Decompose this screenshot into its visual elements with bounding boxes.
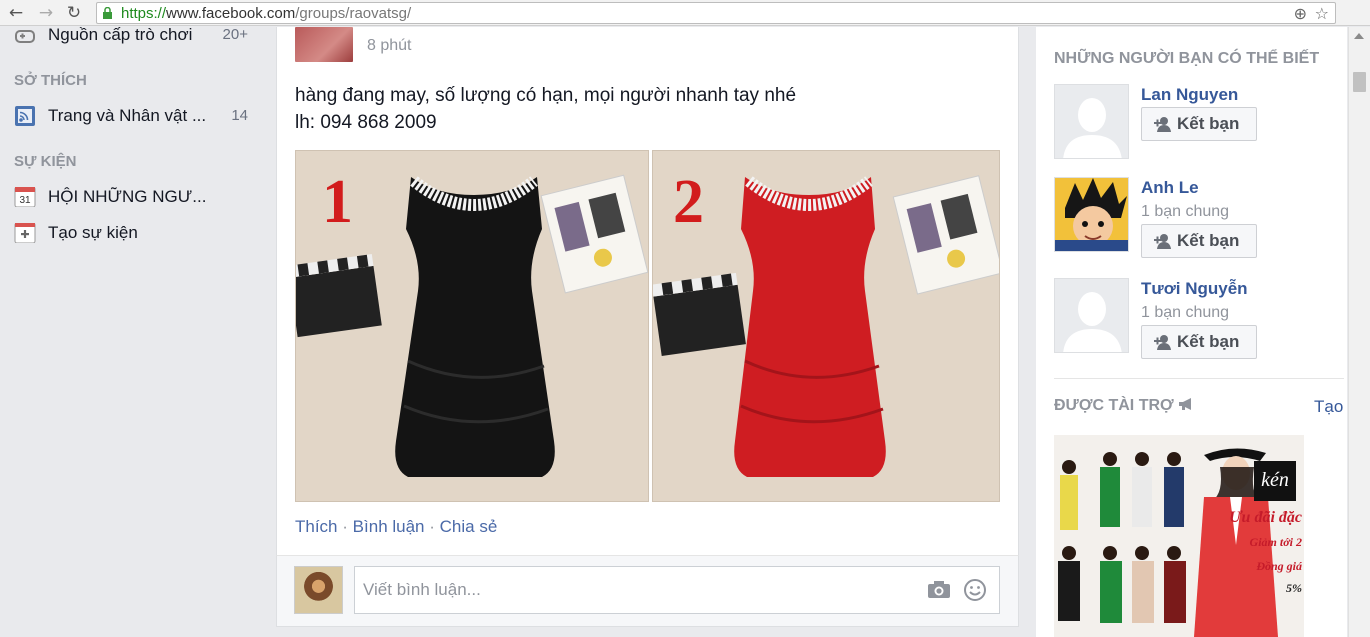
dress-shape bbox=[395, 177, 555, 477]
create-event-icon bbox=[14, 223, 36, 243]
ad-text: 5% bbox=[1286, 581, 1302, 595]
emoji-icon[interactable] bbox=[963, 578, 987, 602]
photo-number: 2 bbox=[673, 168, 704, 236]
friend-name[interactable]: Anh Le bbox=[1141, 178, 1199, 198]
calendar-day: 31 bbox=[19, 195, 31, 206]
nav-item-label: Tạo sự kiện bbox=[48, 223, 138, 242]
url-host: www.facebook.com bbox=[166, 5, 296, 22]
events-heading: SỰ KIỆN bbox=[14, 153, 77, 170]
ad-text: Ưu đãi đặc bbox=[1229, 509, 1302, 526]
ad-image[interactable]: kén Ưu đãi đặc Giảm tới 2 Đồng giá 5% bbox=[1054, 435, 1304, 637]
comment-placeholder: Viết bình luận... bbox=[363, 580, 481, 599]
default-avatar-icon bbox=[1055, 85, 1128, 158]
page-scrollbar[interactable] bbox=[1348, 27, 1370, 637]
forward-icon[interactable]: → bbox=[36, 3, 56, 23]
lock-icon bbox=[103, 7, 112, 19]
mutual-friends[interactable]: 1 bạn chung bbox=[1141, 304, 1229, 322]
nav-item-game-feed[interactable]: Nguồn cấp trò chơi 20+ bbox=[14, 23, 264, 47]
ad-text: Giảm tới 2 bbox=[1249, 535, 1302, 549]
dress-shape bbox=[734, 177, 886, 477]
add-friend-label: Kết bạn bbox=[1177, 114, 1240, 133]
like-link[interactable]: Thích bbox=[295, 517, 338, 536]
friend-avatar[interactable] bbox=[1054, 84, 1129, 159]
nav-item-pages-people[interactable]: Trang và Nhân vật ... 14 bbox=[14, 104, 264, 128]
post-timestamp[interactable]: 8 phút bbox=[367, 37, 411, 55]
friend-avatar[interactable] bbox=[1054, 177, 1129, 252]
right-sidebar: NHỮNG NGƯỜI BẠN CÓ THỂ BIẾT Lan Nguyen K… bbox=[1035, 27, 1347, 637]
post-card: 8 phút hàng đang may, số lượng có hạn, m… bbox=[276, 27, 1019, 555]
sponsored-label: ĐƯỢC TÀI TRỢ bbox=[1054, 397, 1174, 414]
friend-suggestion: Lan Nguyen Kết bạn bbox=[1054, 84, 1344, 164]
rss-pages-icon bbox=[15, 106, 35, 126]
back-icon[interactable]: ← bbox=[6, 3, 26, 23]
comment-link[interactable]: Bình luận bbox=[353, 517, 425, 536]
left-sidebar: Nguồn cấp trò chơi 20+ SỞ THÍCH Trang và… bbox=[0, 25, 276, 637]
mutual-friends[interactable]: 1 bạn chung bbox=[1141, 203, 1229, 221]
photo-illustration bbox=[653, 151, 999, 501]
zoom-icon[interactable]: ⊕ bbox=[1294, 4, 1307, 23]
people-you-may-know-heading: NHỮNG NGƯỜI BẠN CÓ THỂ BIẾT bbox=[1054, 50, 1320, 67]
add-friend-button[interactable]: Kết bạn bbox=[1141, 107, 1257, 141]
nav-item-count: 14 bbox=[231, 107, 248, 124]
commenter-avatar[interactable] bbox=[294, 566, 343, 614]
comment-input[interactable]: Viết bình luận... bbox=[354, 566, 1000, 614]
friend-name[interactable]: Tươi Nguyễn bbox=[1141, 279, 1248, 299]
add-friend-label: Kết bạn bbox=[1177, 231, 1240, 250]
add-friend-button[interactable]: Kết bạn bbox=[1141, 224, 1257, 258]
friend-suggestion: Tươi Nguyễn 1 bạn chung Kết bạn bbox=[1054, 278, 1344, 359]
post-text: hàng đang may, số lượng có hạn, mọi ngườ… bbox=[295, 82, 995, 136]
friend-name[interactable]: Lan Nguyen bbox=[1141, 85, 1238, 105]
share-link[interactable]: Chia sẻ bbox=[440, 517, 498, 536]
sponsored-heading: ĐƯỢC TÀI TRỢ bbox=[1054, 397, 1196, 415]
camera-icon[interactable] bbox=[927, 579, 951, 599]
post-photo-2[interactable]: 2 bbox=[652, 150, 1000, 502]
photo-number: 1 bbox=[322, 168, 353, 236]
post-photo-1[interactable]: 1 bbox=[295, 150, 649, 502]
post-actions: Thích · Bình luận · Chia sẻ bbox=[295, 517, 497, 537]
add-friend-label: Kết bạn bbox=[1177, 332, 1240, 351]
add-friend-icon bbox=[1154, 234, 1171, 249]
create-ad-link[interactable]: Tạo bbox=[1314, 397, 1343, 417]
anime-avatar-icon bbox=[1055, 178, 1128, 251]
friend-suggestion: Anh Le 1 bạn chung Kết bạn bbox=[1054, 177, 1344, 258]
game-feed-icon bbox=[15, 30, 35, 43]
reload-icon[interactable]: ↻ bbox=[64, 3, 84, 23]
post-text-line: lh: 094 868 2009 bbox=[295, 112, 437, 133]
add-friend-icon bbox=[1154, 117, 1171, 132]
address-bar[interactable]: https://www.facebook.com/groups/raovatsg… bbox=[96, 2, 1336, 24]
ad-text: Đồng giá bbox=[1256, 559, 1302, 573]
url-text: https://www.facebook.com/groups/raovatsg… bbox=[121, 5, 411, 22]
separator: · bbox=[342, 517, 348, 536]
add-friend-icon bbox=[1154, 335, 1171, 350]
post-text-line: hàng đang may, số lượng có hạn, mọi ngườ… bbox=[295, 85, 797, 106]
nav-item-label: HỘI NHỮNG NGƯ... bbox=[48, 187, 207, 206]
url-path: /groups/raovatsg/ bbox=[295, 5, 412, 22]
nav-item-create-event[interactable]: Tạo sự kiện bbox=[14, 221, 264, 245]
separator: · bbox=[429, 517, 435, 536]
friend-avatar[interactable] bbox=[1054, 278, 1129, 353]
nav-item-count: 20+ bbox=[222, 26, 248, 43]
calendar-icon: 31 bbox=[14, 187, 36, 207]
divider bbox=[1054, 378, 1344, 379]
default-avatar-icon bbox=[1055, 279, 1128, 352]
post-author-avatar[interactable] bbox=[295, 27, 353, 62]
comment-section: Viết bình luận... bbox=[276, 555, 1019, 627]
nav-item-label: Trang và Nhân vật ... bbox=[48, 106, 207, 125]
megaphone-icon bbox=[1179, 398, 1192, 410]
nav-item-label: Nguồn cấp trò chơi bbox=[48, 25, 193, 44]
star-icon[interactable]: ☆ bbox=[1315, 4, 1329, 23]
scroll-up-arrow-icon[interactable] bbox=[1354, 33, 1364, 39]
scroll-thumb[interactable] bbox=[1353, 72, 1366, 92]
interests-heading: SỞ THÍCH bbox=[14, 72, 87, 89]
nav-item-event-group[interactable]: 31 HỘI NHỮNG NGƯ... bbox=[14, 185, 264, 209]
ad-brand-logo: kén bbox=[1254, 461, 1296, 501]
add-friend-button[interactable]: Kết bạn bbox=[1141, 325, 1257, 359]
url-scheme: https:// bbox=[121, 5, 167, 22]
